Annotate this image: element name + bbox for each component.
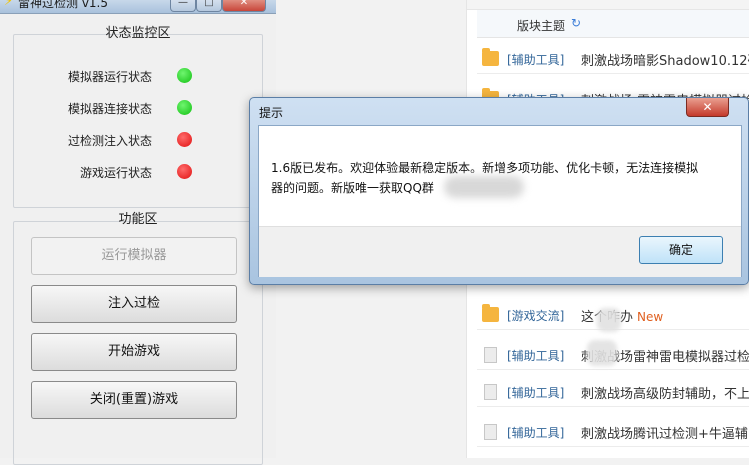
status-indicator-red xyxy=(177,164,192,179)
status-indicator-red xyxy=(177,132,192,147)
forum-header: 版块主题 ↻ xyxy=(477,10,749,38)
inject-bypass-button[interactable]: 注入过检 xyxy=(31,285,237,323)
thread-category-link[interactable]: [辅助工具] xyxy=(507,424,564,441)
dialog-title: 提示 xyxy=(259,106,284,120)
dialog-close-button[interactable]: ✕ xyxy=(686,98,729,117)
status-label: 过检测注入状态 xyxy=(67,134,152,148)
lightning-app-icon: ⚡ xyxy=(4,0,14,9)
status-label: 模拟器连接状态 xyxy=(67,102,152,116)
document-icon xyxy=(484,424,497,440)
dialog-message-line: 1.6版已发布。欢迎体验最新稳定版本。新增多项功能、优化卡顿，无法连接模拟 xyxy=(271,161,699,175)
tool-window: ⚡ 雷神过检测 v1.5 — □ ✕ 状态监控区 模拟器运行状态 模拟器连接状态… xyxy=(0,0,276,465)
thread-row[interactable]: [辅助工具] 刺激战场暗影Shadow10.12破 xyxy=(477,44,749,74)
minimize-button[interactable]: — xyxy=(170,0,196,12)
redaction-blur xyxy=(444,176,524,198)
thread-row[interactable]: [辅助工具] 刺激战场高级防封辅助，不上 xyxy=(477,377,749,407)
forum-header-label: 版块主题 xyxy=(517,19,566,33)
tool-titlebar[interactable]: ⚡ 雷神过检测 v1.5 — □ ✕ xyxy=(0,0,276,14)
thread-title-link[interactable]: 刺激战场高级防封辅助，不上 xyxy=(581,383,749,402)
thread-category-link[interactable]: [游戏交流] xyxy=(507,307,564,324)
ok-button[interactable]: 确定 xyxy=(639,236,723,264)
status-row-emulator-running: 模拟器运行状态 xyxy=(14,66,264,86)
refresh-icon[interactable]: ↻ xyxy=(571,16,581,30)
run-emulator-button[interactable]: 运行模拟器 xyxy=(31,237,237,275)
close-reset-game-button[interactable]: 关闭(重置)游戏 xyxy=(31,381,237,419)
thread-category-link[interactable]: [辅助工具] xyxy=(507,384,564,401)
start-game-button[interactable]: 开始游戏 xyxy=(31,333,237,371)
status-row-emulator-connected: 模拟器连接状态 xyxy=(14,98,264,118)
folder-icon xyxy=(482,304,499,322)
status-label: 模拟器运行状态 xyxy=(67,70,152,84)
thread-category-link[interactable]: [辅助工具] xyxy=(507,51,564,68)
dialog-titlebar[interactable]: 提示 ✕ xyxy=(250,98,748,124)
notice-dialog: 提示 ✕ 1.6版已发布。欢迎体验最新稳定版本。新增多项功能、优化卡顿，无法连接… xyxy=(249,97,749,285)
status-label: 游戏运行状态 xyxy=(79,166,152,180)
status-group-title: 状态监控区 xyxy=(105,26,171,41)
document-icon xyxy=(484,384,497,400)
new-badge: New xyxy=(637,310,664,324)
thread-title-link[interactable]: 刺激战场暗影Shadow10.12破 xyxy=(581,50,749,69)
tool-body: 状态监控区 模拟器运行状态 模拟器连接状态 过检测注入状态 游戏运行状态 功能区… xyxy=(0,14,276,465)
status-monitor-group: 状态监控区 模拟器运行状态 模拟器连接状态 过检测注入状态 游戏运行状态 xyxy=(13,26,264,208)
maximize-button[interactable]: □ xyxy=(196,0,222,12)
status-row-bypass-injected: 过检测注入状态 xyxy=(14,130,264,150)
redaction-blur xyxy=(597,308,621,332)
forum-top-strip xyxy=(467,0,749,10)
window-title: 雷神过检测 v1.5 xyxy=(18,0,109,10)
thread-category-link[interactable]: [辅助工具] xyxy=(507,347,564,364)
dialog-footer: 确定 xyxy=(259,226,741,277)
thread-title-link[interactable]: 刺激战场腾讯过检测+牛逼辅 xyxy=(581,423,748,442)
thread-row[interactable]: [辅助工具] 刺激战场腾讯过检测+牛逼辅 xyxy=(477,417,749,447)
close-button[interactable]: ✕ xyxy=(222,0,266,12)
status-indicator-green xyxy=(177,100,192,115)
thread-title-link[interactable]: 这个咋办New xyxy=(581,306,663,325)
function-group-title: 功能区 xyxy=(118,212,158,227)
document-icon xyxy=(484,347,497,363)
status-indicator-green xyxy=(177,68,192,83)
status-row-game-running: 游戏运行状态 xyxy=(14,162,264,182)
function-group: 功能区 运行模拟器 注入过检 开始游戏 关闭(重置)游戏 xyxy=(13,212,263,465)
dialog-body: 1.6版已发布。欢迎体验最新稳定版本。新增多项功能、优化卡顿，无法连接模拟 器的… xyxy=(258,125,742,277)
folder-icon xyxy=(482,48,499,66)
redaction-blur xyxy=(587,340,617,366)
